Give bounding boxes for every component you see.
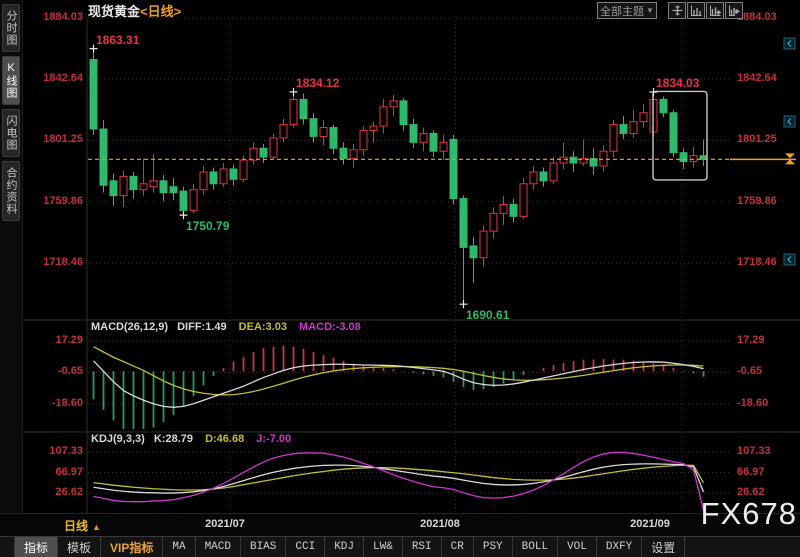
toolbar-item-MACD[interactable]: MACD [196,537,241,557]
crosshair-icon[interactable] [668,2,686,19]
toolbar-item-CR[interactable]: CR [442,537,474,557]
kdj-j-value: J:-7.00 [256,433,292,445]
toolbar-item-PSY[interactable]: PSY [474,537,513,557]
toolbar-item-模板[interactable]: 模板 [58,537,102,557]
chart-shift-icon[interactable] [706,2,724,19]
period-label: <日线> [140,4,182,19]
kdj-k-value: K:28.79 [153,433,193,445]
date-label: 2021/09 [630,518,670,530]
symbol-name: 现货黄金 [88,4,141,19]
period-selector-label: 日线 [64,519,89,533]
kdj-d-value: D:46.68 [205,433,245,445]
panel-collapse-icon[interactable] [783,253,796,266]
sidebar: 分时图 K线图闪电图合约资料 [0,0,23,536]
toolbar-item-KDJ[interactable]: KDJ [325,537,365,557]
date-label: 2021/07 [205,518,245,530]
sidebar-tab-2[interactable]: 闪电图 [2,109,20,157]
triangle-up-icon: ▲ [92,522,101,532]
sidebar-tab-0[interactable]: 分时图 [2,4,20,52]
macd-title: MACD(26,12,9) [91,321,169,333]
toolbar-item-DXFY[interactable]: DXFY [597,537,643,557]
toolbar-item-BOLL[interactable]: BOLL [513,537,559,557]
toolbar-item-LW&[interactable]: LW& [364,537,403,557]
sidebar-tab-1[interactable]: K线图 [2,56,20,105]
trading-app-window: 分时图 K线图 闪电图 合约资料 现货黄金<日线> 全部主题 ▼ 1863.31 183… [0,0,800,557]
macd-diff-value: DIFF:1.49 [177,321,227,333]
date-label: 2021/08 [420,518,460,530]
toolbar-item-指标[interactable]: 指标 [14,537,59,557]
period-selector[interactable]: 日线 ▲ [64,517,101,534]
toolbar-item-设置[interactable]: 设置 [642,537,686,557]
watermark: FX678 [700,496,797,531]
toolbar-item-BIAS[interactable]: BIAS [241,537,287,557]
indicator-toolbar: 指标 模板 VIP指标 MA MACD BIAS CCI KDJ LW& RSI CR PSY BOLL… [0,536,800,557]
toolbar-item-CCI[interactable]: CCI [286,537,326,557]
toolbar-item-RSI[interactable]: RSI [403,537,442,557]
panel-collapse-icon[interactable] [783,37,796,50]
chevron-down-icon: ▼ [646,6,654,15]
kdj-panel-header: KDJ(9,3,3) K:28.79 D:46.68 J:-7.00 [91,433,291,445]
macd-macd-value: MACD:-3.08 [299,321,361,333]
chart-title: 现货黄金<日线> [88,1,181,20]
theme-dropdown[interactable]: 全部主题 ▼ [597,2,657,19]
chart-export-icon[interactable] [725,2,743,19]
sidebar-tab-3[interactable]: 合约资料 [2,161,20,221]
time-axis-row: 日线 ▲ 2021/07 2021/08 2021/09 [0,513,800,537]
kdj-title: KDJ(9,3,3) [91,433,145,445]
macd-dea-value: DEA:3.03 [238,321,287,333]
chart-canvas[interactable] [0,0,800,557]
toolbar-item-VOL[interactable]: VOL [558,537,597,557]
macd-panel-header: MACD(26,12,9) DIFF:1.49 DEA:3.03 MACD:-3… [91,321,361,333]
theme-dropdown-label: 全部主题 [600,5,645,18]
chart-scale-icon[interactable] [687,2,705,19]
panel-collapse-icon[interactable] [783,115,796,128]
toolbar-item-VIP指标[interactable]: VIP指标 [101,537,164,557]
toolbar-item-MA[interactable]: MA [163,537,196,557]
